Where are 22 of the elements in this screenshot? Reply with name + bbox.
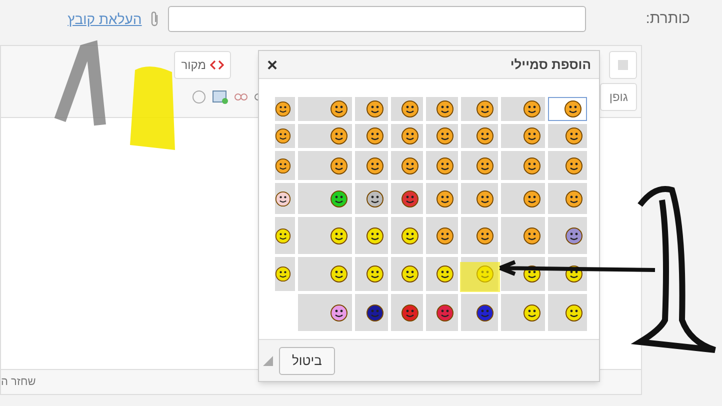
close-button[interactable]: × xyxy=(267,56,278,74)
smiley-option[interactable] xyxy=(426,97,458,121)
smiley-option[interactable] xyxy=(461,294,498,331)
source-button[interactable]: מקור xyxy=(174,51,231,79)
resize-grip-icon[interactable] xyxy=(263,356,273,366)
font-dropdown[interactable]: גופן xyxy=(600,83,637,111)
title-label: כותרת: xyxy=(646,8,690,29)
unlink-icon[interactable] xyxy=(234,91,248,103)
smiley-option[interactable] xyxy=(391,124,423,148)
smiley-option[interactable] xyxy=(391,97,423,121)
smiley-option[interactable] xyxy=(426,124,458,148)
dialog-title: הוספת סמיילי xyxy=(510,56,591,74)
cancel-button[interactable]: ביטול xyxy=(279,346,335,374)
paperclip-icon xyxy=(150,11,160,27)
title-input-field[interactable] xyxy=(168,6,586,32)
upload-file-link[interactable]: העלאת קובץ xyxy=(68,8,142,30)
smiley-option[interactable] xyxy=(548,97,587,121)
smiley-option[interactable] xyxy=(355,294,388,331)
code-icon xyxy=(210,59,224,71)
smiley-option[interactable] xyxy=(275,97,295,121)
smiley-option[interactable] xyxy=(275,124,295,148)
status-text: שחזר ה xyxy=(1,374,36,390)
